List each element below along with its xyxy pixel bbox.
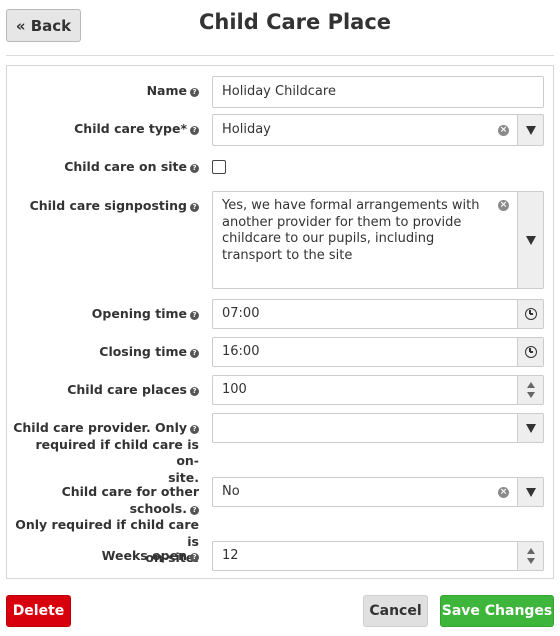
dropdown-toggle[interactable] (517, 414, 543, 442)
type-select[interactable]: Holiday × (212, 114, 544, 146)
closing-time-row: Closing time? 16:00 (7, 336, 553, 368)
other-schools-value: No (222, 484, 240, 499)
dropdown-toggle[interactable] (517, 115, 543, 145)
provider-label-line1: Child care provider. Only (13, 420, 187, 435)
other-schools-select[interactable]: No × (212, 477, 544, 507)
time-picker-button[interactable] (517, 338, 543, 366)
provider-label-line2: required if child care is on- (35, 436, 199, 469)
places-value: 100 (222, 382, 247, 397)
clear-icon[interactable]: × (498, 125, 509, 136)
closing-time-label-text: Closing time (99, 344, 187, 359)
opening-time-input[interactable]: 07:00 (212, 299, 544, 329)
signposting-row: Child care signposting? Yes, we have for… (7, 190, 553, 290)
signposting-label: Child care signposting? (13, 198, 199, 215)
help-icon[interactable]: ? (190, 203, 199, 212)
weeks-open-value: 12 (222, 548, 239, 563)
decrement-icon[interactable] (526, 558, 535, 564)
help-icon[interactable]: ? (190, 387, 199, 396)
opening-time-label-text: Opening time (91, 306, 187, 321)
number-stepper[interactable] (517, 542, 543, 570)
type-label-text: Child care type* (74, 121, 187, 136)
increment-icon[interactable] (526, 382, 535, 388)
name-input[interactable]: Holiday Childcare (212, 76, 544, 108)
signposting-select[interactable]: Yes, we have formal arrangements with an… (212, 191, 544, 289)
signposting-label-text: Child care signposting (29, 198, 187, 213)
name-input-value: Holiday Childcare (222, 84, 336, 99)
header-divider (6, 55, 554, 56)
decrement-icon[interactable] (526, 392, 535, 398)
on-site-row: Child care on site? (7, 152, 553, 182)
weeks-open-row: Weeks open? 12 (7, 540, 553, 572)
caret-down-icon (525, 487, 536, 497)
time-picker-button[interactable] (517, 300, 543, 328)
help-icon[interactable]: ? (190, 126, 199, 135)
weeks-open-label-text: Weeks open (101, 548, 187, 563)
dropdown-toggle[interactable] (517, 478, 543, 506)
places-label: Child care places? (13, 382, 199, 399)
header: « Back Child Care Place (0, 0, 560, 56)
name-label-text: Name (146, 83, 187, 98)
caret-down-icon (525, 423, 536, 433)
number-stepper[interactable] (517, 376, 543, 404)
delete-button[interactable]: Delete (6, 595, 71, 627)
closing-time-label: Closing time? (13, 344, 199, 361)
type-row: Child care type*? Holiday × (7, 113, 553, 146)
provider-row: Child care provider. Only? required if c… (7, 412, 553, 485)
closing-time-input[interactable]: 16:00 (212, 337, 544, 367)
weeks-open-input[interactable]: 12 (212, 541, 544, 571)
clock-icon (524, 346, 537, 358)
name-row: Name? Holiday Childcare (7, 75, 553, 108)
caret-down-icon (525, 125, 536, 135)
name-label: Name? (13, 83, 199, 100)
other-schools-row: Child care for other schools.? Only requ… (7, 476, 553, 565)
places-input[interactable]: 100 (212, 375, 544, 405)
clear-icon[interactable]: × (498, 200, 509, 211)
page-title: Child Care Place (198, 10, 392, 34)
caret-down-icon (525, 235, 536, 245)
help-icon[interactable]: ? (190, 553, 199, 562)
help-icon[interactable]: ? (190, 164, 199, 173)
clock-icon (524, 308, 537, 320)
on-site-label: Child care on site? (13, 159, 199, 176)
dropdown-toggle[interactable] (517, 192, 543, 288)
help-icon[interactable]: ? (190, 88, 199, 97)
closing-time-value: 16:00 (222, 344, 260, 359)
on-site-label-text: Child care on site (64, 159, 187, 174)
type-select-value: Holiday (222, 122, 271, 137)
other-schools-label-line1: Child care for other schools. (61, 484, 199, 516)
help-icon[interactable]: ? (190, 425, 199, 434)
places-row: Child care places? 100 (7, 374, 553, 406)
clear-icon[interactable]: × (498, 487, 509, 498)
child-care-form: Name? Holiday Childcare Child care type*… (6, 65, 554, 579)
cancel-button[interactable]: Cancel (363, 595, 428, 627)
weeks-open-label: Weeks open? (13, 548, 199, 565)
on-site-checkbox[interactable] (212, 160, 226, 174)
opening-time-label: Opening time? (13, 306, 199, 323)
save-changes-button[interactable]: Save Changes (440, 595, 554, 627)
places-label-text: Child care places (67, 382, 187, 397)
help-icon[interactable]: ? (190, 505, 199, 515)
increment-icon[interactable] (526, 548, 535, 554)
type-label: Child care type*? (13, 121, 199, 138)
help-icon[interactable]: ? (190, 311, 199, 320)
opening-time-value: 07:00 (222, 306, 260, 321)
provider-select[interactable] (212, 413, 544, 443)
help-icon[interactable]: ? (190, 349, 199, 358)
opening-time-row: Opening time? 07:00 (7, 298, 553, 330)
signposting-value: Yes, we have formal arrangements with an… (222, 198, 480, 263)
